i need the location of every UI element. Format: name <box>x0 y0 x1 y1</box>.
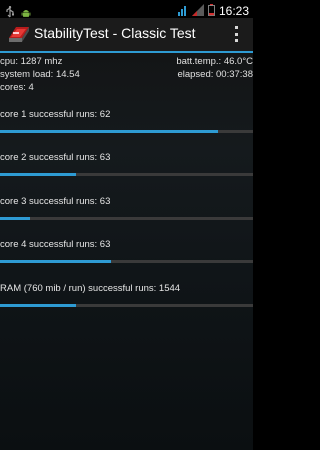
cores-label: cores: 4 <box>0 82 34 93</box>
core-3-progress-fill <box>0 217 31 220</box>
core-2-progress-fill <box>0 173 76 176</box>
core-3-label: core 3 successful runs: 63 <box>0 196 111 207</box>
elapsed-label: elapsed: 00:37:38 <box>177 69 253 80</box>
core-1-progress-track <box>0 130 253 133</box>
core-2-label: core 2 successful runs: 63 <box>0 152 111 163</box>
core-4-progress-fill <box>0 260 112 263</box>
ram-progress-fill <box>0 304 76 307</box>
core-4-progress-track <box>0 260 253 263</box>
core-1-progress-fill <box>0 130 218 133</box>
battery-temp-label: batt.temp.: 46.0°C <box>176 56 253 67</box>
core-2-progress-track <box>0 173 253 176</box>
system-load-label: system load: 14.54 <box>0 69 80 80</box>
cpu-label: cpu: 1287 mhz <box>0 56 63 67</box>
core-1-label: core 1 successful runs: 62 <box>0 109 111 120</box>
app-title: StabilityTest - Classic Test <box>34 25 196 41</box>
app-logo-icon <box>8 24 30 44</box>
core-3-progress-track <box>0 217 253 220</box>
ram-progress-track <box>0 304 253 307</box>
screen: 16:23 StabilityTest - Classic Test cpu: … <box>0 0 253 450</box>
ram-label: RAM (760 mib / run) successful runs: 154… <box>0 283 181 294</box>
status-bar: 16:23 <box>0 0 253 18</box>
overflow-menu-icon[interactable] <box>235 26 239 42</box>
action-bar: StabilityTest - Classic Test <box>0 18 253 53</box>
status-time: 16:23 <box>218 3 249 18</box>
core-4-label: core 4 successful runs: 63 <box>0 239 111 250</box>
